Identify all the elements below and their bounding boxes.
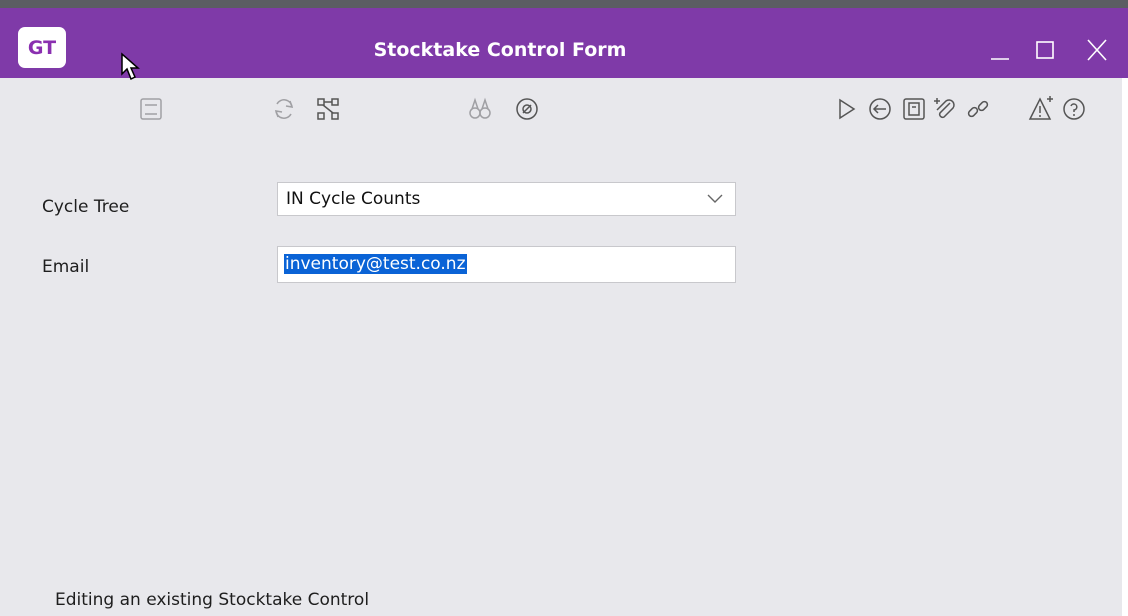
email-label: Email	[42, 257, 90, 277]
help-icon[interactable]	[1056, 91, 1092, 127]
cycle-tree-select[interactable]: IN Cycle Counts	[277, 182, 736, 216]
window-title: Stocktake Control Form	[373, 39, 627, 61]
attach-icon[interactable]	[926, 91, 962, 127]
cycle-tree-value: IN Cycle Counts	[286, 189, 421, 209]
email-value: inventory@test.co.nz	[284, 254, 467, 274]
tree-icon[interactable]	[310, 91, 346, 127]
window-right-edge	[1122, 78, 1128, 616]
toolbar	[0, 78, 1128, 142]
alert-icon[interactable]	[1024, 91, 1060, 127]
email-field[interactable]: inventory@test.co.nz	[277, 246, 736, 283]
refresh-icon[interactable]	[266, 91, 302, 127]
close-icon[interactable]	[1082, 35, 1112, 65]
save-icon[interactable]	[133, 91, 169, 127]
compass-icon[interactable]	[509, 91, 545, 127]
find-icon[interactable]	[462, 91, 498, 127]
minimize-icon[interactable]	[985, 35, 1015, 65]
title-bar[interactable]: GT Stocktake Control Form	[0, 8, 1128, 81]
app-logo-text: GT	[27, 36, 57, 59]
app-logo: GT	[18, 27, 66, 68]
back-icon[interactable]	[862, 91, 898, 127]
link-icon[interactable]	[960, 91, 996, 127]
status-text: Editing an existing Stocktake Control	[55, 590, 370, 610]
window-top-border	[0, 0, 1128, 8]
play-icon[interactable]	[828, 91, 864, 127]
cycle-tree-label: Cycle Tree	[42, 197, 130, 217]
maximize-icon[interactable]	[1030, 35, 1060, 65]
chevron-down-icon[interactable]	[707, 194, 723, 204]
